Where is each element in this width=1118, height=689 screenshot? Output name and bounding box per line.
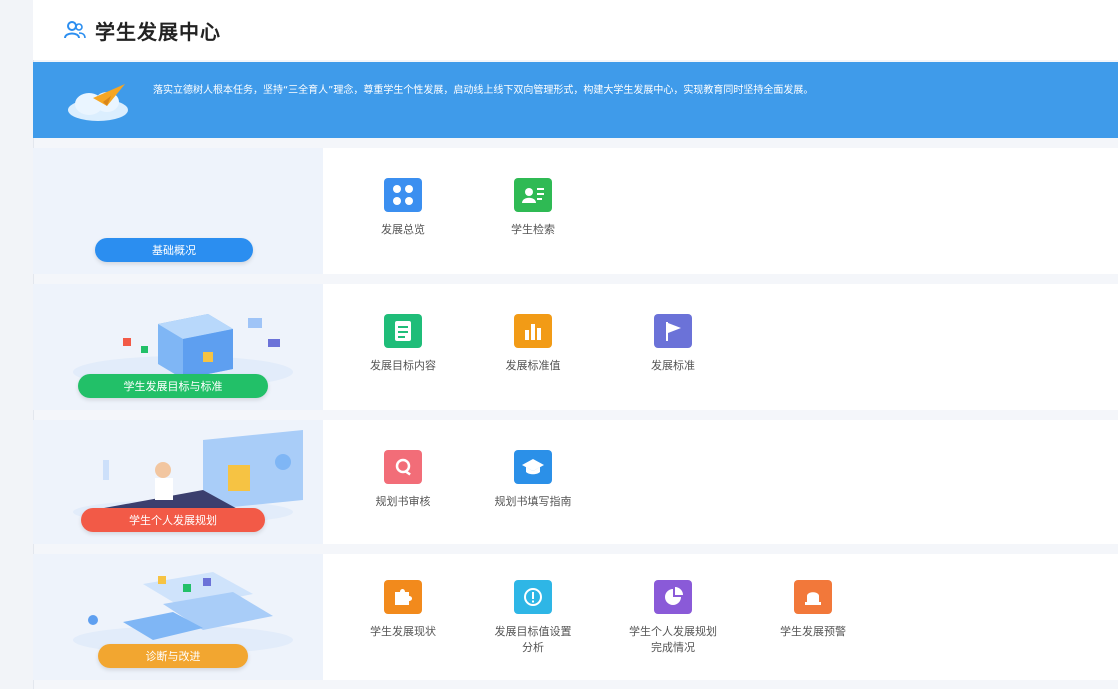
feature-label: 学生发展现状 xyxy=(370,625,436,638)
section-diagnosis: 诊断与改进 学生发展现状 发展目标值设置分析 学生个人发展规划完成情况 学生发展… xyxy=(33,554,1118,680)
bar-chart-icon xyxy=(514,314,552,348)
grid-icon xyxy=(384,178,422,212)
section-personal-plan: 学生个人发展规划 规划书审核 规划书填写指南 xyxy=(33,420,1118,544)
alert-circle-icon xyxy=(514,580,552,614)
feature-development-overview[interactable]: 发展总览 xyxy=(348,178,458,238)
feature-plan-review[interactable]: 规划书审核 xyxy=(348,450,458,510)
feature-label: 发展标准值 xyxy=(505,359,561,372)
banner-text: 落实立德树人根本任务，坚持“三全育人”理念，尊重学生个性发展，启动线上线下双向管… xyxy=(153,85,814,96)
puzzle-icon xyxy=(384,580,422,614)
bell-icon xyxy=(794,580,832,614)
flag-icon xyxy=(654,314,692,348)
cloud-paper-plane-icon xyxy=(63,76,133,124)
section-tag-personal-plan[interactable]: 学生个人发展规划 xyxy=(81,508,265,532)
feature-label: 规划书审核 xyxy=(375,495,431,508)
feature-plan-guide[interactable]: 规划书填写指南 xyxy=(478,450,588,510)
feature-standards[interactable]: 发展标准 xyxy=(618,314,728,374)
feature-label: 发展目标值设置分析 xyxy=(494,625,572,654)
search-icon xyxy=(384,450,422,484)
feature-standard-values[interactable]: 发展标准值 xyxy=(478,314,588,374)
pie-chart-icon xyxy=(654,580,692,614)
section-tag-goals-standards[interactable]: 学生发展目标与标准 xyxy=(78,374,268,398)
page-header: 学生发展中心 xyxy=(33,0,1118,60)
feature-label: 发展总览 xyxy=(381,223,425,236)
feature-label: 学生发展预警 xyxy=(780,625,846,638)
feature-label: 发展标准 xyxy=(651,359,695,372)
section-tag-diagnosis[interactable]: 诊断与改进 xyxy=(98,644,248,668)
feature-development-warning[interactable]: 学生发展预警 xyxy=(758,580,868,640)
feature-goal-setting-analysis[interactable]: 发展目标值设置分析 xyxy=(478,580,588,656)
page-title: 学生发展中心 xyxy=(95,19,221,44)
feature-goal-content[interactable]: 发展目标内容 xyxy=(348,314,458,374)
user-group-icon xyxy=(63,18,87,42)
feature-development-status[interactable]: 学生发展现状 xyxy=(348,580,458,640)
graduation-cap-icon xyxy=(514,450,552,484)
feature-label: 发展目标内容 xyxy=(370,359,436,372)
info-banner: 落实立德树人根本任务，坚持“三全育人”理念，尊重学生个性发展，启动线上线下双向管… xyxy=(33,62,1118,138)
feature-label: 规划书填写指南 xyxy=(494,495,572,508)
feature-label: 学生个人发展规划完成情况 xyxy=(629,625,717,654)
document-icon xyxy=(384,314,422,348)
feature-label: 学生检索 xyxy=(511,223,555,236)
contact-card-icon xyxy=(514,178,552,212)
feature-student-search[interactable]: 学生检索 xyxy=(478,178,588,238)
section-tag-basic-overview[interactable]: 基础概况 xyxy=(95,238,253,262)
section-basic-overview: 基础概况 发展总览 学生检索 xyxy=(33,148,1118,274)
feature-plan-completion[interactable]: 学生个人发展规划完成情况 xyxy=(618,580,728,656)
section-goals-standards: 学生发展目标与标准 发展目标内容 发展标准值 发展标准 xyxy=(33,284,1118,410)
